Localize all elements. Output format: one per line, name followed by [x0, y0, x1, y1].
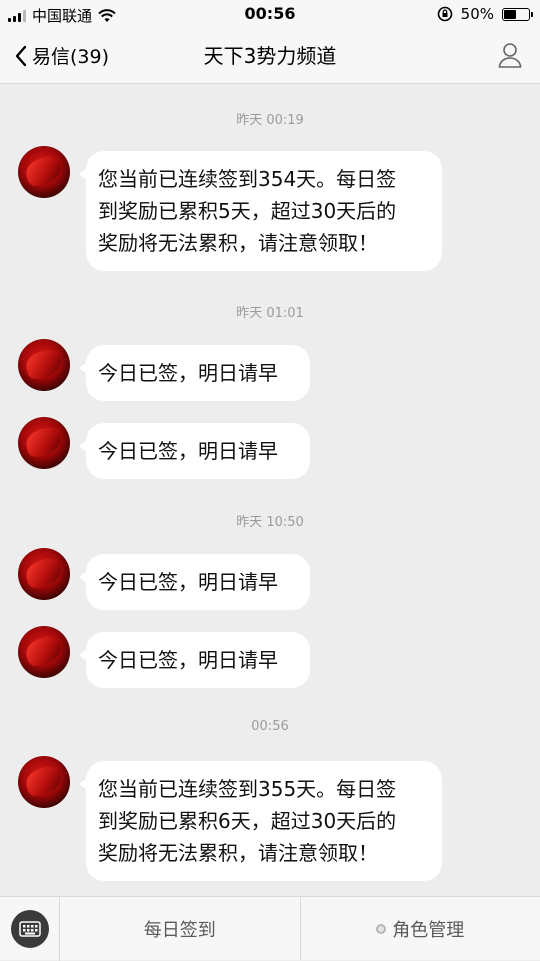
role-manage-button[interactable]: 角色管理: [300, 897, 540, 960]
message-bubble[interactable]: 今日已签，明日请早: [86, 632, 310, 688]
message-bubble[interactable]: 您当前已连续签到355天。每日签 到奖励已累积6天，超过30天后的 奖励将无法累…: [86, 761, 442, 881]
avatar[interactable]: [18, 417, 70, 469]
daily-signin-button[interactable]: 每日签到: [60, 897, 300, 960]
message-line: 奖励将无法累积，请注意领取！: [98, 837, 430, 869]
chat-area[interactable]: 昨天 00:19 您当前已连续签到354天。每日签 到奖励已累积5天，超过30天…: [0, 84, 540, 896]
message-bubble[interactable]: 今日已签，明日请早: [86, 423, 310, 479]
message-line: 您当前已连续签到354天。每日签: [98, 163, 430, 195]
timestamp: 昨天 00:19: [0, 109, 540, 128]
message-line: 到奖励已累积6天，超过30天后的: [98, 805, 430, 837]
timestamp: 昨天 10:50: [0, 511, 540, 530]
page-title: 天下3势力频道: [0, 40, 540, 69]
avatar[interactable]: [18, 548, 70, 600]
avatar[interactable]: [18, 756, 70, 808]
nav-bar: 易信(39) 天下3势力频道: [0, 28, 540, 84]
person-icon: [498, 42, 522, 68]
timestamp: 昨天 01:01: [0, 302, 540, 321]
keyboard-toggle-button[interactable]: [0, 897, 60, 961]
message-line: 您当前已连续签到355天。每日签: [98, 773, 430, 805]
battery-icon: [502, 8, 530, 21]
keyboard-icon: [11, 910, 49, 948]
role-manage-label: 角色管理: [392, 916, 464, 942]
avatar[interactable]: [18, 146, 70, 198]
submenu-dot-icon: [376, 924, 386, 934]
status-bar: 中国联通 00:56 50%: [0, 0, 540, 28]
message-line: 到奖励已累积5天，超过30天后的: [98, 195, 430, 227]
rotation-lock-icon: [437, 6, 453, 22]
avatar[interactable]: [18, 339, 70, 391]
message-bubble[interactable]: 今日已签，明日请早: [86, 554, 310, 610]
daily-signin-label: 每日签到: [144, 916, 216, 942]
status-right-group: 50%: [437, 5, 530, 23]
message-bubble[interactable]: 今日已签，明日请早: [86, 345, 310, 401]
bottom-menu-bar: 每日签到 角色管理: [0, 896, 540, 960]
battery-percent: 50%: [461, 5, 494, 23]
message-line: 奖励将无法累积，请注意领取！: [98, 227, 430, 259]
timestamp: 00:56: [0, 719, 540, 734]
avatar[interactable]: [18, 626, 70, 678]
profile-button[interactable]: [498, 42, 522, 72]
message-bubble[interactable]: 您当前已连续签到354天。每日签 到奖励已累积5天，超过30天后的 奖励将无法累…: [86, 151, 442, 271]
